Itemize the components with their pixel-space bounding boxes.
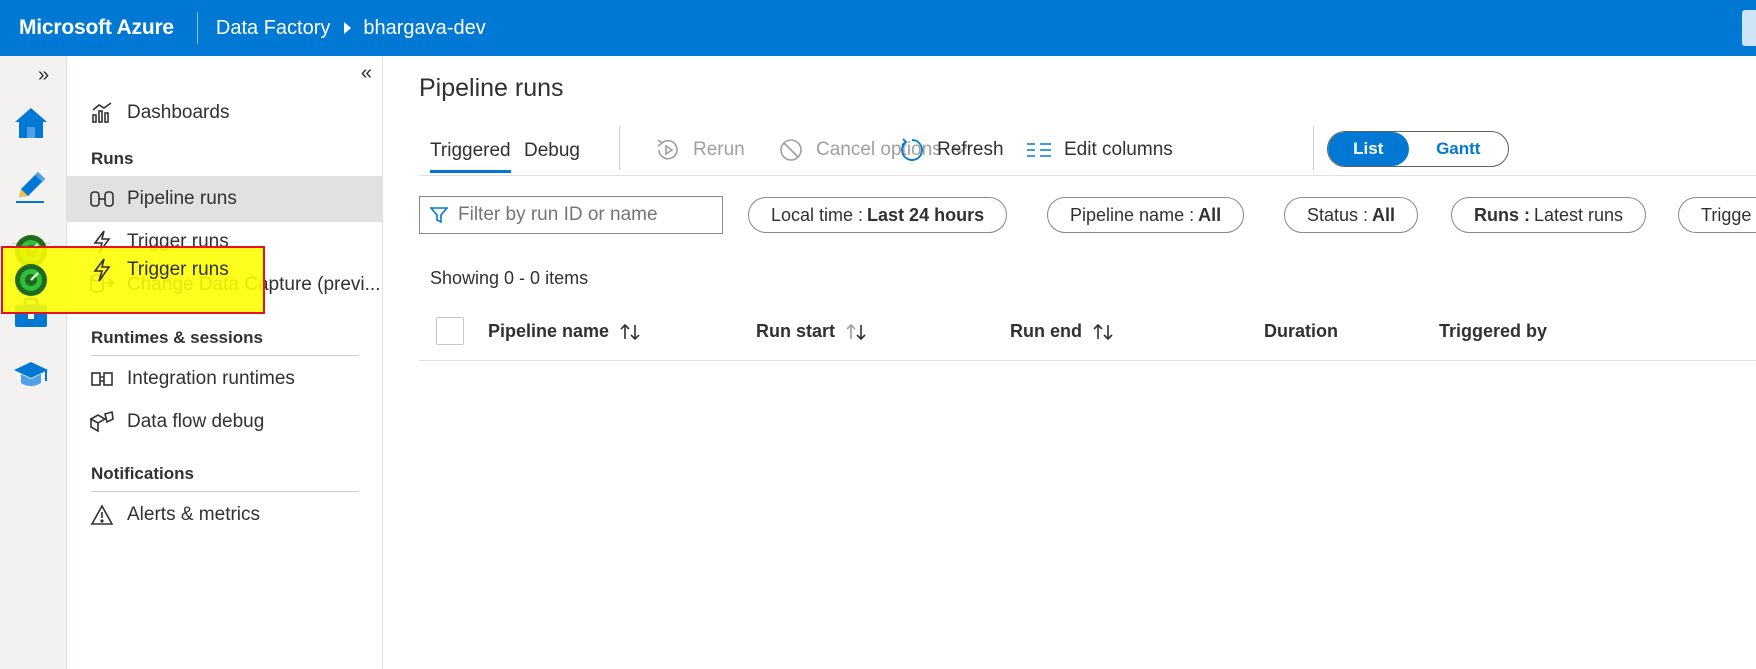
view-list-option[interactable]: List <box>1328 132 1409 166</box>
pill-value: All <box>1372 204 1396 225</box>
column-label: Duration <box>1264 321 1338 341</box>
column-label: Run start <box>756 321 836 341</box>
double-chevron-right-icon[interactable]: » <box>38 64 49 87</box>
view-toggle: List Gantt <box>1327 131 1509 167</box>
refresh-icon <box>899 137 925 163</box>
top-bar: Microsoft Azure Data Factory bhargava-de… <box>0 0 1756 56</box>
pill-value: All <box>1198 204 1222 225</box>
top-right-button[interactable] <box>1742 10 1756 46</box>
breadcrumb-factory-name[interactable]: bhargava-dev <box>363 17 485 40</box>
toolbar-bottom-border <box>419 175 1756 176</box>
sidebar-item-trigger-runs-highlighted[interactable]: Trigger runs <box>89 255 229 285</box>
sidebar-item-label: Alerts & metrics <box>127 504 261 525</box>
sort-arrows-icon[interactable] <box>619 323 641 341</box>
pill-label: Local time : <box>771 204 864 225</box>
sidebar-item-integration-runtimes[interactable]: Integration runtimes <box>67 356 382 402</box>
filter-run-input-box[interactable] <box>419 196 723 234</box>
icon-rail: » <box>0 56 67 669</box>
select-all-checkbox[interactable] <box>436 317 464 345</box>
monitor-gauge-icon[interactable] <box>10 259 52 301</box>
column-label: Run end <box>1010 321 1082 341</box>
integration-runtime-icon <box>89 366 115 392</box>
rerun-button[interactable]: Rerun <box>655 134 745 166</box>
columns-icon <box>1026 140 1052 160</box>
toolbar-divider <box>619 126 620 170</box>
filter-pill-runs[interactable]: Runs : Latest runs <box>1451 197 1647 233</box>
refresh-label: Refresh <box>937 139 1004 160</box>
sidebar-item-data-flow-debug[interactable]: Data flow debug <box>67 399 382 445</box>
edit-columns-label: Edit columns <box>1064 139 1173 160</box>
section-runtimes: Runtimes & sessions <box>91 328 263 347</box>
learning-center-icon[interactable] <box>10 354 52 396</box>
sidebar-item-pipeline-runs[interactable]: Pipeline runs <box>67 176 382 222</box>
table-header-border <box>419 360 1756 361</box>
sidebar-item-alerts-metrics[interactable]: Alerts & metrics <box>67 492 382 538</box>
section-notifications: Notifications <box>91 464 194 483</box>
pill-label: Runs : <box>1474 204 1530 225</box>
column-header-duration[interactable]: Duration <box>1264 321 1338 342</box>
breadcrumb-data-factory[interactable]: Data Factory <box>198 17 330 40</box>
column-header-run-end[interactable]: Run end <box>1010 321 1114 342</box>
tab-debug[interactable]: Debug <box>524 140 580 162</box>
column-header-pipeline-name[interactable]: Pipeline name <box>488 321 641 342</box>
column-label: Pipeline name <box>488 321 610 341</box>
section-runs: Runs <box>91 149 134 168</box>
column-header-run-start[interactable]: Run start <box>756 321 867 342</box>
column-label: Triggered by <box>1439 321 1548 341</box>
tab-triggered[interactable]: Triggered <box>430 140 511 173</box>
dashboard-chart-icon <box>89 100 115 126</box>
rerun-icon <box>655 137 681 163</box>
pill-value: Latest runs <box>1534 204 1624 225</box>
rerun-label: Rerun <box>693 139 745 160</box>
sort-arrows-icon[interactable] <box>845 323 867 341</box>
author-pencil-icon[interactable] <box>10 166 52 208</box>
toolbar-divider <box>1313 126 1314 170</box>
lightning-icon <box>89 258 115 282</box>
sidebar-item-label: Dashboards <box>127 102 230 123</box>
view-gantt-option[interactable]: Gantt <box>1409 132 1508 166</box>
pill-label: Trigge <box>1701 204 1752 225</box>
pill-label: Pipeline name : <box>1070 204 1195 225</box>
double-chevron-left-icon[interactable]: « <box>361 62 372 85</box>
sidebar-item-label: Trigger runs <box>127 259 229 280</box>
brand-title[interactable]: Microsoft Azure <box>0 16 197 40</box>
sidebar-item-label: Integration runtimes <box>127 368 295 389</box>
edit-columns-button[interactable]: Edit columns <box>1026 134 1173 166</box>
filter-funnel-icon <box>430 206 448 224</box>
filter-pill-status[interactable]: Status : All <box>1284 197 1419 233</box>
column-header-triggered-by[interactable]: Triggered by <box>1439 321 1547 342</box>
pill-label: Status : <box>1307 204 1369 225</box>
pipeline-icon <box>89 186 115 212</box>
breadcrumb-chevron-icon <box>344 22 352 34</box>
page-title: Pipeline runs <box>419 74 564 102</box>
warning-triangle-icon <box>89 502 115 528</box>
filter-pill-trigger[interactable]: Trigge <box>1678 197 1756 233</box>
data-flow-debug-icon <box>89 409 115 435</box>
monitor-sidebar: « Dashboards Runs Pipeline runs Trigger … <box>67 56 383 669</box>
sidebar-item-dashboards[interactable]: Dashboards <box>67 90 382 136</box>
items-count: Showing 0 - 0 items <box>430 268 589 288</box>
pill-value: Last 24 hours <box>867 204 985 225</box>
sort-arrows-icon[interactable] <box>1092 323 1114 341</box>
filter-pill-local-time[interactable]: Local time : Last 24 hours <box>748 197 1008 233</box>
sidebar-item-label: Pipeline runs <box>127 188 237 209</box>
filter-run-input[interactable] <box>458 204 718 226</box>
main-content: Pipeline runs Triggered Debug Rerun Canc… <box>384 56 1756 669</box>
filter-pill-pipeline-name[interactable]: Pipeline name : All <box>1047 197 1245 233</box>
sidebar-item-label: Data flow debug <box>127 411 265 432</box>
home-icon[interactable] <box>10 102 52 144</box>
refresh-button[interactable]: Refresh <box>899 134 1004 166</box>
cancel-circle-icon <box>778 137 804 163</box>
